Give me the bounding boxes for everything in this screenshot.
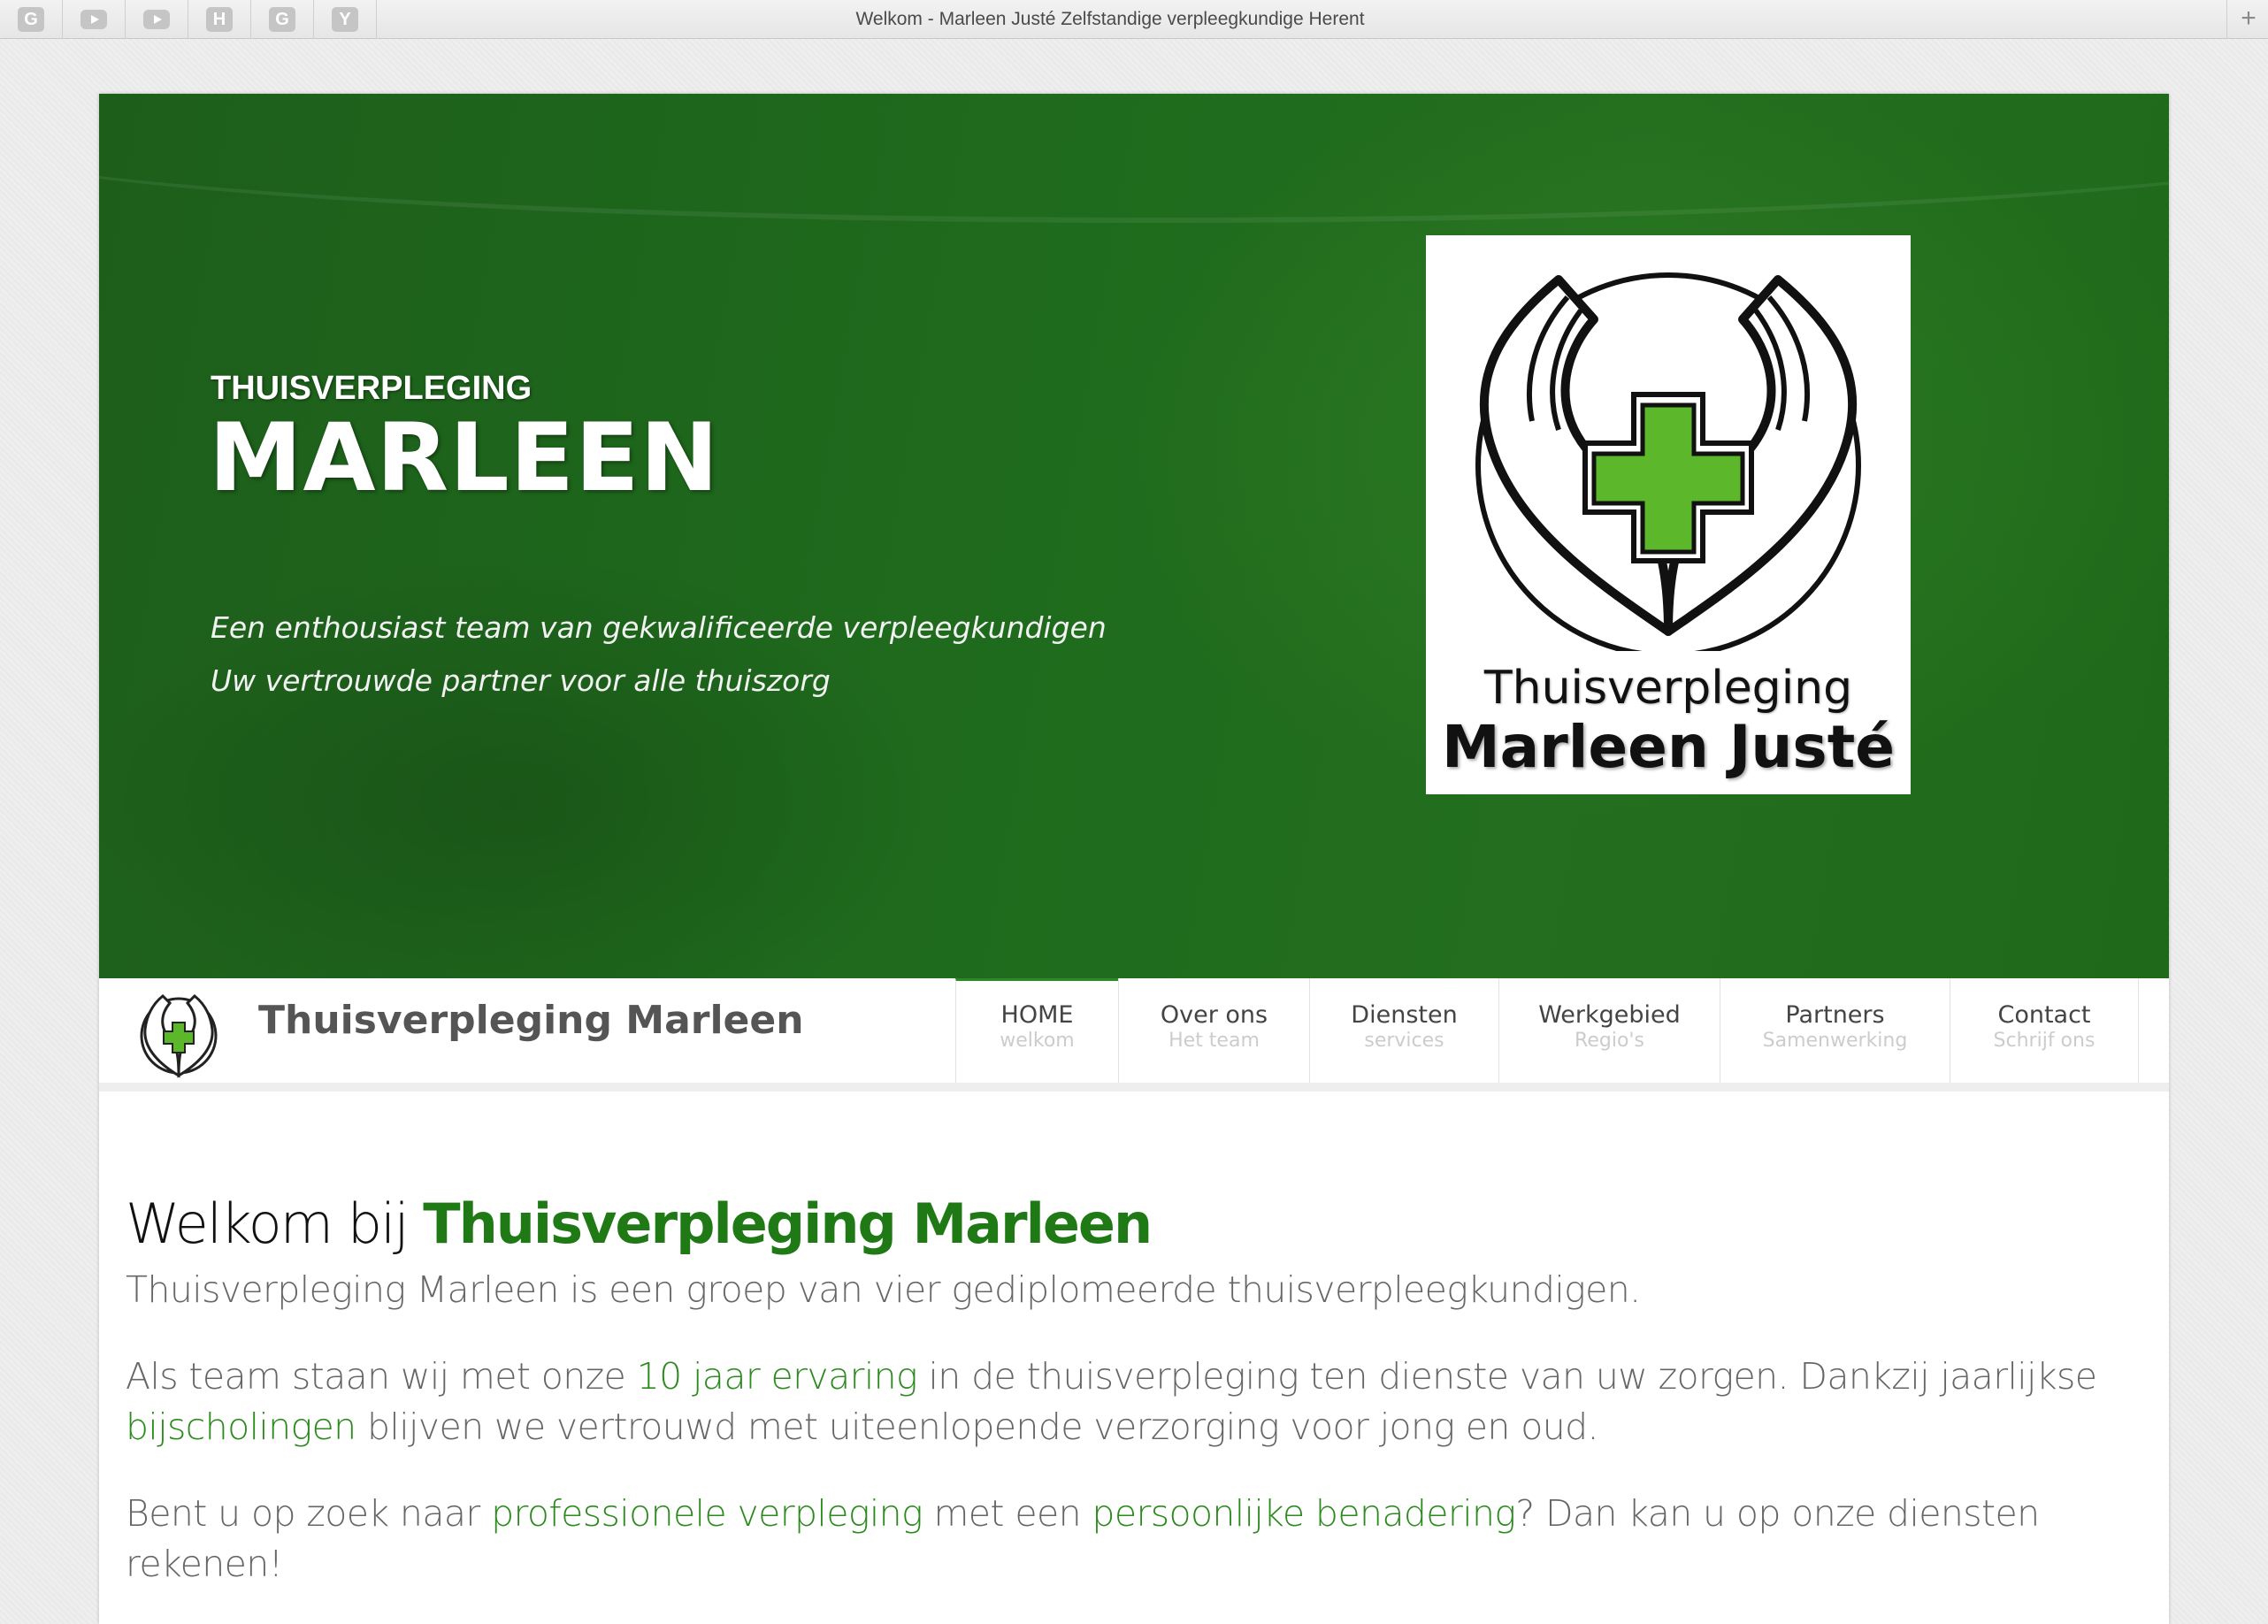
welcome-heading-prefix: Welkom bij xyxy=(126,1191,424,1256)
intro-paragraph: Thuisverpleging Marleen is een groep van… xyxy=(126,1268,1641,1311)
hero-swoosh-decoration xyxy=(99,94,2169,223)
nav-item-label: HOME xyxy=(1000,1001,1074,1029)
text-segment: met een xyxy=(923,1492,1092,1535)
main-content: Welkom bij Thuisverpleging Marleen Thuis… xyxy=(126,1191,2151,1590)
highlight-training: bijscholingen xyxy=(126,1406,356,1448)
nav-item-home[interactable]: HOME welkom xyxy=(955,978,1118,1083)
logo-text-line2: Marleen Justé xyxy=(1441,713,1895,781)
nav-logo-icon[interactable] xyxy=(134,987,223,1079)
tab-divider xyxy=(2226,0,2227,39)
highlight-experience: 10 jaar ervaring xyxy=(636,1355,918,1398)
welcome-heading: Welkom bij Thuisverpleging Marleen xyxy=(126,1191,2151,1258)
nav-item-sublabel: Het team xyxy=(1168,1030,1260,1052)
text-segment: Als team staan wij met onze xyxy=(126,1355,637,1398)
pinned-tab-google[interactable]: G xyxy=(0,0,63,39)
main-navbar: Thuisverpleging Marleen HOME welkom Over… xyxy=(99,978,2169,1092)
pinned-tab-google-2[interactable]: G xyxy=(251,0,314,39)
youtube-icon xyxy=(143,10,170,29)
pinned-tab-y[interactable]: Y xyxy=(314,0,377,39)
hero-title: MARLEEN xyxy=(209,403,720,512)
nav-item-label: Over ons xyxy=(1160,1001,1268,1029)
pinned-tab-h[interactable]: H xyxy=(188,0,251,39)
caring-hands-cross-icon xyxy=(1475,272,1861,651)
logo-text-line1: Thuisverpleging xyxy=(1483,662,1853,715)
h-icon: H xyxy=(206,7,233,32)
text-segment: in de thuisverpleging ten dienste van uw… xyxy=(917,1355,2097,1398)
nav-item-sublabel: Samenwerking xyxy=(1762,1030,1908,1052)
text-segment: blijven we vertrouwd met uiteenlopende v… xyxy=(356,1406,1599,1448)
pinned-tab-youtube[interactable] xyxy=(63,0,126,39)
active-tab-title[interactable]: Welkom - Marleen Justé Zelfstandige verp… xyxy=(380,0,1840,39)
new-tab-button[interactable]: + xyxy=(2229,0,2268,39)
experience-paragraph: Als team staan wij met onze 10 jaar erva… xyxy=(126,1352,2151,1452)
nav-item-diensten[interactable]: Diensten services xyxy=(1309,978,1498,1083)
nav-item-partners[interactable]: Partners Samenwerking xyxy=(1720,978,1950,1083)
nav-item-sublabel: Schrijf ons xyxy=(1993,1030,2096,1052)
nav-brand[interactable]: Thuisverpleging Marleen xyxy=(258,998,804,1043)
pinned-tab-youtube-2[interactable] xyxy=(126,0,188,39)
hero-subtitle: THUISVERPLEGING xyxy=(211,370,533,407)
nav-item-label: Contact xyxy=(1997,1001,2091,1029)
text-segment: Bent u op zoek naar xyxy=(126,1492,492,1535)
nav-item-werkgebied[interactable]: Werkgebied Regio's xyxy=(1498,978,1720,1083)
services-paragraph: Bent u op zoek naar professionele verple… xyxy=(126,1489,2151,1590)
nav-item-over-ons[interactable]: Over ons Het team xyxy=(1118,978,1309,1083)
google-icon: G xyxy=(269,7,295,32)
highlight-personal-approach: persoonlijke benadering xyxy=(1092,1492,1516,1535)
nav-item-label: Partners xyxy=(1785,1001,1885,1029)
highlight-professional-care: professionele verpleging xyxy=(491,1492,923,1535)
browser-tab-bar: G H G Y Welkom - Marleen Justé Zelfstand… xyxy=(0,0,2268,39)
google-icon: G xyxy=(18,7,44,32)
nav-menu: HOME welkom Over ons Het team Diensten s… xyxy=(955,978,2139,1083)
hero-tagline-1: Een enthousiast team van gekwalificeerde… xyxy=(211,610,1107,645)
hero-logo: Thuisverpleging Marleen Justé xyxy=(1426,235,1911,794)
nav-item-label: Werkgebied xyxy=(1538,1001,1681,1029)
nav-item-label: Diensten xyxy=(1351,1001,1458,1029)
welcome-heading-accent: Thuisverpleging Marleen xyxy=(423,1191,1153,1256)
nav-item-contact[interactable]: Contact Schrijf ons xyxy=(1950,978,2139,1083)
nav-item-sublabel: services xyxy=(1364,1030,1444,1052)
youtube-icon xyxy=(80,10,107,29)
hero-banner: THUISVERPLEGING MARLEEN Een enthousiast … xyxy=(99,94,2169,978)
y-icon: Y xyxy=(332,7,358,32)
hero-tagline-2: Uw vertrouwde partner voor alle thuiszor… xyxy=(211,663,831,698)
nav-item-sublabel: Regio's xyxy=(1575,1030,1644,1052)
nav-item-sublabel: welkom xyxy=(1000,1030,1075,1052)
page-container: THUISVERPLEGING MARLEEN Een enthousiast … xyxy=(99,94,2169,1624)
